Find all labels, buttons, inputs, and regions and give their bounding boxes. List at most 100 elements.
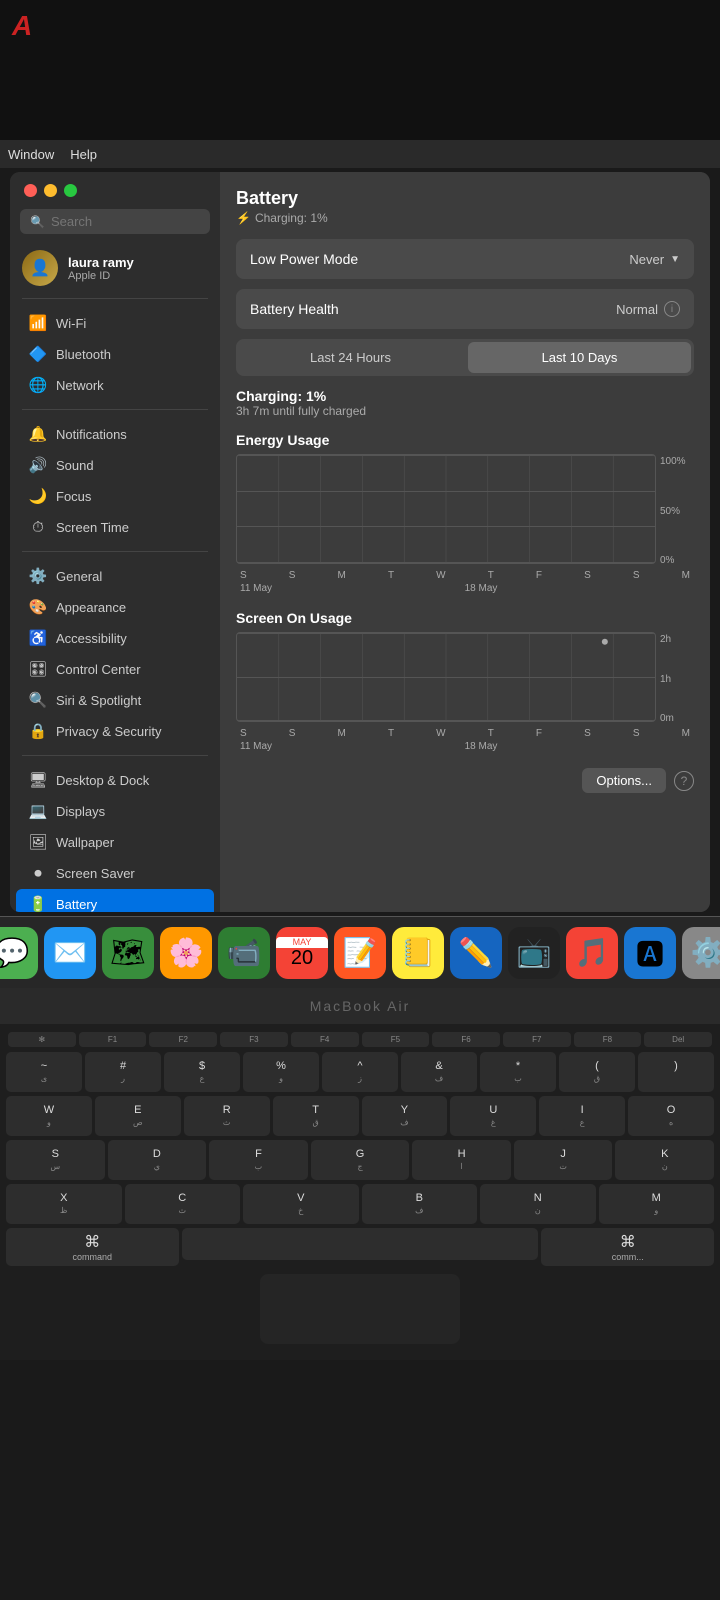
key-n[interactable]: Nن [480, 1184, 596, 1224]
dock-icon-appletv[interactable]: 📺 [508, 927, 560, 979]
command-key-left[interactable]: ⌘ command [6, 1228, 179, 1266]
sidebar-item-notifications[interactable]: 🔔 Notifications [16, 419, 214, 449]
low-power-label: Low Power Mode [250, 251, 358, 267]
sidebar-section-prefs: ⚙️ General 🎨 Appearance ♿ Accessibility … [10, 556, 220, 751]
search-box[interactable]: 🔍 [20, 209, 210, 234]
key-c[interactable]: Cث [125, 1184, 241, 1224]
screen-label-2h: 2h [660, 634, 694, 645]
help-button[interactable]: ? [674, 771, 694, 791]
key-y[interactable]: Yف [362, 1096, 448, 1136]
general-icon: ⚙️ [28, 566, 48, 586]
sidebar-item-appearance[interactable]: 🎨 Appearance [16, 592, 214, 622]
sidebar-item-siri[interactable]: 🔍 Siri & Spotlight [16, 685, 214, 715]
fullscreen-button[interactable] [64, 184, 77, 197]
key-m[interactable]: Mو [599, 1184, 715, 1224]
key-5[interactable]: ^ز [322, 1052, 398, 1092]
key-s[interactable]: Sس [6, 1140, 105, 1180]
dock-icon-messages[interactable]: 💬 [0, 927, 38, 979]
sidebar-item-bluetooth[interactable]: 🔷 Bluetooth [16, 339, 214, 369]
search-input[interactable] [51, 214, 200, 229]
low-power-value-area[interactable]: Never ▼ [629, 252, 680, 267]
key-d[interactable]: Dي [108, 1140, 207, 1180]
dock-icon-settings[interactable]: ⚙️ [682, 927, 720, 979]
dock-icon-photos[interactable]: 🌸 [160, 927, 212, 979]
dock-icon-reminders[interactable]: 📝 [334, 927, 386, 979]
key-7[interactable]: *ب [480, 1052, 556, 1092]
fn-key-f3[interactable]: F3 [220, 1032, 288, 1047]
key-j[interactable]: Jت [514, 1140, 613, 1180]
close-button[interactable] [24, 184, 37, 197]
sidebar-item-network[interactable]: 🌐 Network [16, 370, 214, 400]
key-w[interactable]: Wو [6, 1096, 92, 1136]
key-t[interactable]: Tق [273, 1096, 359, 1136]
fn-key-f2[interactable]: F2 [149, 1032, 217, 1047]
key-b[interactable]: Bف [362, 1184, 478, 1224]
key-i[interactable]: Iع [539, 1096, 625, 1136]
key-tilde[interactable]: ~ى [6, 1052, 82, 1092]
key-6[interactable]: &ف [401, 1052, 477, 1092]
sidebar-item-screensaver[interactable]: ⏺ Screen Saver [16, 858, 214, 888]
fn-key-f5[interactable]: F5 [362, 1032, 430, 1047]
sidebar-item-general[interactable]: ⚙️ General [16, 561, 214, 591]
command-key-right[interactable]: ⌘ comm... [541, 1228, 714, 1266]
bottom-row: ⌘ command ⌘ comm... [4, 1228, 716, 1266]
key-f[interactable]: Fب [209, 1140, 308, 1180]
spacebar[interactable] [182, 1228, 539, 1260]
key-8[interactable]: (ق [559, 1052, 635, 1092]
key-4[interactable]: %و [243, 1052, 319, 1092]
menu-help[interactable]: Help [70, 147, 97, 162]
sidebar-item-desktop[interactable]: 🖥 Desktop & Dock [16, 765, 214, 795]
user-profile[interactable]: 👤 laura ramy Apple ID [10, 242, 220, 294]
fn-key-f6[interactable]: F6 [432, 1032, 500, 1047]
system-preferences-window: 🔍 👤 laura ramy Apple ID 📶 Wi-Fi 🔷 Blueto… [10, 172, 710, 912]
sidebar-item-sound[interactable]: 🔊 Sound [16, 450, 214, 480]
key-3[interactable]: $ع [164, 1052, 240, 1092]
sidebar-item-privacy[interactable]: 🔒 Privacy & Security [16, 716, 214, 746]
key-g[interactable]: Gج [311, 1140, 410, 1180]
sidebar-item-displays[interactable]: 💻 Displays [16, 796, 214, 826]
dock-icon-appstore[interactable]: 🅰 [624, 927, 676, 979]
options-button[interactable]: Options... [582, 768, 666, 793]
info-icon[interactable]: i [664, 301, 680, 317]
minimize-button[interactable] [44, 184, 57, 197]
trackpad[interactable] [260, 1274, 460, 1344]
tab-10d[interactable]: Last 10 Days [468, 342, 691, 373]
screen-date-mid: 18 May [465, 741, 498, 752]
dock-icon-maps[interactable]: 🗺 [102, 927, 154, 979]
key-u[interactable]: Uغ [450, 1096, 536, 1136]
sidebar-item-screentime[interactable]: ⏱ Screen Time [16, 512, 214, 542]
fn-key-f8[interactable]: F8 [574, 1032, 642, 1047]
dock-icon-music[interactable]: 🎵 [566, 927, 618, 979]
sidebar-item-controlcenter[interactable]: 🎛 Control Center [16, 654, 214, 684]
dock-icon-mail[interactable]: ✉️ [44, 927, 96, 979]
key-h[interactable]: Hا [412, 1140, 511, 1180]
bluetooth-icon: 🔷 [28, 344, 48, 364]
sidebar-item-accessibility[interactable]: ♿ Accessibility [16, 623, 214, 653]
key-k[interactable]: Kن [615, 1140, 714, 1180]
sidebar-item-battery[interactable]: 🔋 Battery [16, 889, 214, 912]
dock-icon-notes[interactable]: 📒 [392, 927, 444, 979]
key-o[interactable]: Oه [628, 1096, 714, 1136]
dock-icon-calendar[interactable]: MAY 20 [276, 927, 328, 979]
sidebar-item-wifi[interactable]: 📶 Wi-Fi [16, 308, 214, 338]
screen-x1: S [289, 728, 296, 739]
tab-24h[interactable]: Last 24 Hours [239, 342, 462, 373]
key-r[interactable]: Rث [184, 1096, 270, 1136]
fn-key-fn[interactable]: ✻ [8, 1032, 76, 1047]
dock: 💬 ✉️ 🗺 🌸 📹 MAY 20 📝 📒 ✏️ 📺 🎵 🅰 ⚙️ [0, 916, 720, 988]
fn-key-f4[interactable]: F4 [291, 1032, 359, 1047]
key-v[interactable]: Vخ [243, 1184, 359, 1224]
sidebar-divider-4 [22, 755, 208, 756]
key-x[interactable]: Xظ [6, 1184, 122, 1224]
dock-icon-freeform[interactable]: ✏️ [450, 927, 502, 979]
fn-key-f9[interactable]: Del [644, 1032, 712, 1047]
key-e[interactable]: Eص [95, 1096, 181, 1136]
fn-key-f1[interactable]: F1 [79, 1032, 147, 1047]
key-2[interactable]: #ر [85, 1052, 161, 1092]
key-9[interactable]: ) [638, 1052, 714, 1092]
menu-window[interactable]: Window [8, 147, 54, 162]
dock-icon-facetime[interactable]: 📹 [218, 927, 270, 979]
sidebar-item-wallpaper[interactable]: 🖼 Wallpaper [16, 827, 214, 857]
sidebar-item-focus[interactable]: 🌙 Focus [16, 481, 214, 511]
fn-key-f7[interactable]: F7 [503, 1032, 571, 1047]
